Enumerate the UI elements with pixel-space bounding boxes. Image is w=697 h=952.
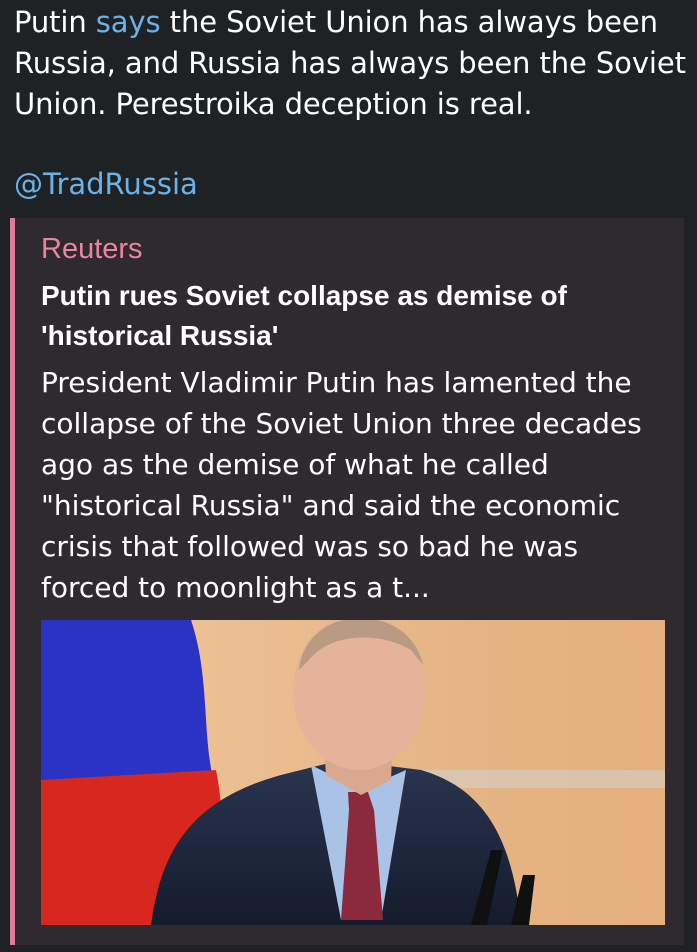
message-text-part: Putin <box>14 5 96 39</box>
link-preview-card[interactable]: Reuters Putin rues Soviet collapse as de… <box>10 218 684 945</box>
message-text: Putin says the Soviet Union has always b… <box>14 2 686 125</box>
preview-title: Putin rues Soviet collapse as demise of … <box>41 280 567 351</box>
preview-accent-bar <box>10 218 15 945</box>
says-link[interactable]: says <box>96 5 161 39</box>
preview-description: President Vladimir Putin has lamented th… <box>41 366 642 604</box>
preview-image[interactable] <box>41 620 665 925</box>
channel-handle-link[interactable]: @TradRussia <box>14 164 198 205</box>
preview-site-name: Reuters <box>41 233 143 265</box>
